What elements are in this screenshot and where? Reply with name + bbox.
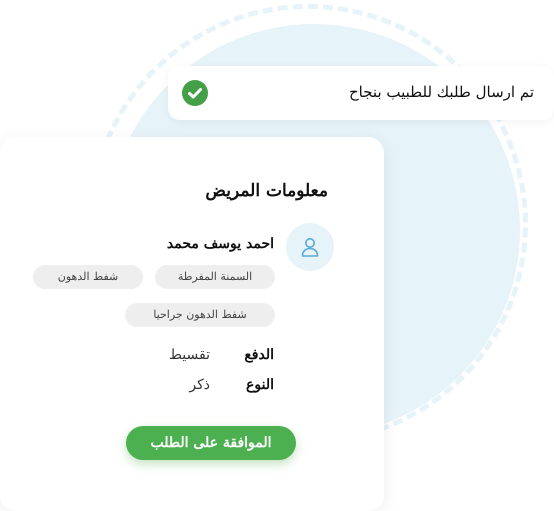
notification-message: تم ارسال طلبك للطبيب بنجاح [348,83,534,101]
check-circle-icon [182,80,208,106]
user-icon [301,238,319,257]
condition-tag: شفط الدهون [33,265,143,289]
patient-info-card: معلومات المريض احمد يوسف محمد السمنة الم… [0,137,384,511]
gender-value: ذكر [189,377,210,393]
condition-tag: السمنة المفرطة [155,265,275,289]
condition-tag: شفط الدهون جراحيا [125,303,275,327]
payment-value: تقسيط [169,347,210,363]
payment-label: الدفع [244,347,274,363]
patient-name: احمد يوسف محمد [166,236,274,252]
avatar [286,223,334,271]
card-title: معلومات المريض [205,181,328,201]
success-notification: تم ارسال طلبك للطبيب بنجاح [168,66,554,120]
approve-request-button[interactable]: الموافقة على الطلب [126,426,296,460]
gender-label: النوع [246,377,274,393]
